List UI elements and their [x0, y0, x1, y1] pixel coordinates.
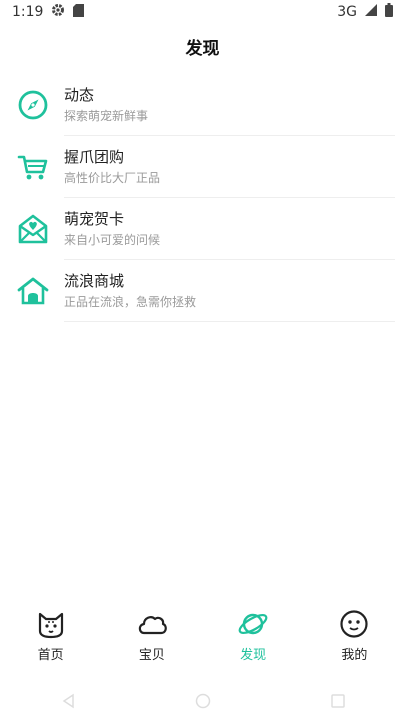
- tab-label: 发现: [240, 647, 267, 663]
- menu-item-moments[interactable]: 动态 探索萌宠新鲜事: [0, 74, 405, 136]
- envelope-heart-icon: [16, 212, 50, 246]
- smiley-icon: [338, 608, 370, 640]
- tab-label: 我的: [341, 647, 368, 663]
- menu-item-title: 萌宠贺卡: [64, 210, 125, 228]
- shopping-cart-icon: [16, 150, 50, 184]
- cloud-icon: [136, 608, 168, 640]
- menu-item-stray-mall[interactable]: 流浪商城 正品在流浪，急需你拯救: [0, 260, 405, 322]
- status-bar: 1:19 3G: [0, 0, 405, 24]
- menu-item-subtitle: 高性价比大厂正品: [64, 171, 161, 185]
- system-nav-bar: [0, 682, 405, 720]
- sd-card-icon: [73, 3, 85, 21]
- compass-icon: [16, 88, 50, 122]
- bottom-tab-bar: 首页 宝贝 发现 我的: [0, 604, 405, 666]
- tab-profile[interactable]: 我的: [309, 608, 399, 663]
- cat-face-icon: [35, 608, 67, 640]
- tab-label: 首页: [37, 647, 64, 663]
- menu-item-subtitle: 正品在流浪，急需你拯救: [64, 295, 197, 309]
- menu-item-title: 流浪商城: [64, 272, 125, 290]
- house-icon: [16, 274, 50, 308]
- divider: [64, 321, 395, 322]
- status-time: 1:19: [12, 4, 44, 20]
- menu-item-greeting-cards[interactable]: 萌宠贺卡 来自小可爱的问候: [0, 198, 405, 260]
- recents-square-icon[interactable]: [326, 689, 350, 713]
- tab-pets[interactable]: 宝贝: [107, 608, 197, 663]
- battery-icon: [385, 3, 393, 21]
- discover-menu-list: 动态 探索萌宠新鲜事 握爪团购 高性价比大厂正品 萌宠贺卡 来自小可爱的问候 流…: [0, 74, 405, 322]
- menu-item-group-buy[interactable]: 握爪团购 高性价比大厂正品: [0, 136, 405, 198]
- tab-discover[interactable]: 发现: [208, 608, 298, 663]
- page-title: 发现: [185, 39, 220, 59]
- home-circle-icon[interactable]: [191, 689, 215, 713]
- network-type: 3G: [337, 4, 357, 20]
- menu-item-subtitle: 来自小可爱的问候: [64, 233, 161, 247]
- tab-home[interactable]: 首页: [6, 608, 96, 663]
- menu-item-title: 动态: [64, 86, 95, 104]
- planet-icon: [237, 608, 269, 640]
- menu-item-title: 握爪团购: [64, 148, 125, 166]
- settings-icon: [51, 3, 65, 21]
- signal-icon: [365, 4, 377, 20]
- menu-item-subtitle: 探索萌宠新鲜事: [64, 109, 149, 123]
- tab-label: 宝贝: [138, 647, 165, 663]
- back-icon[interactable]: [56, 689, 80, 713]
